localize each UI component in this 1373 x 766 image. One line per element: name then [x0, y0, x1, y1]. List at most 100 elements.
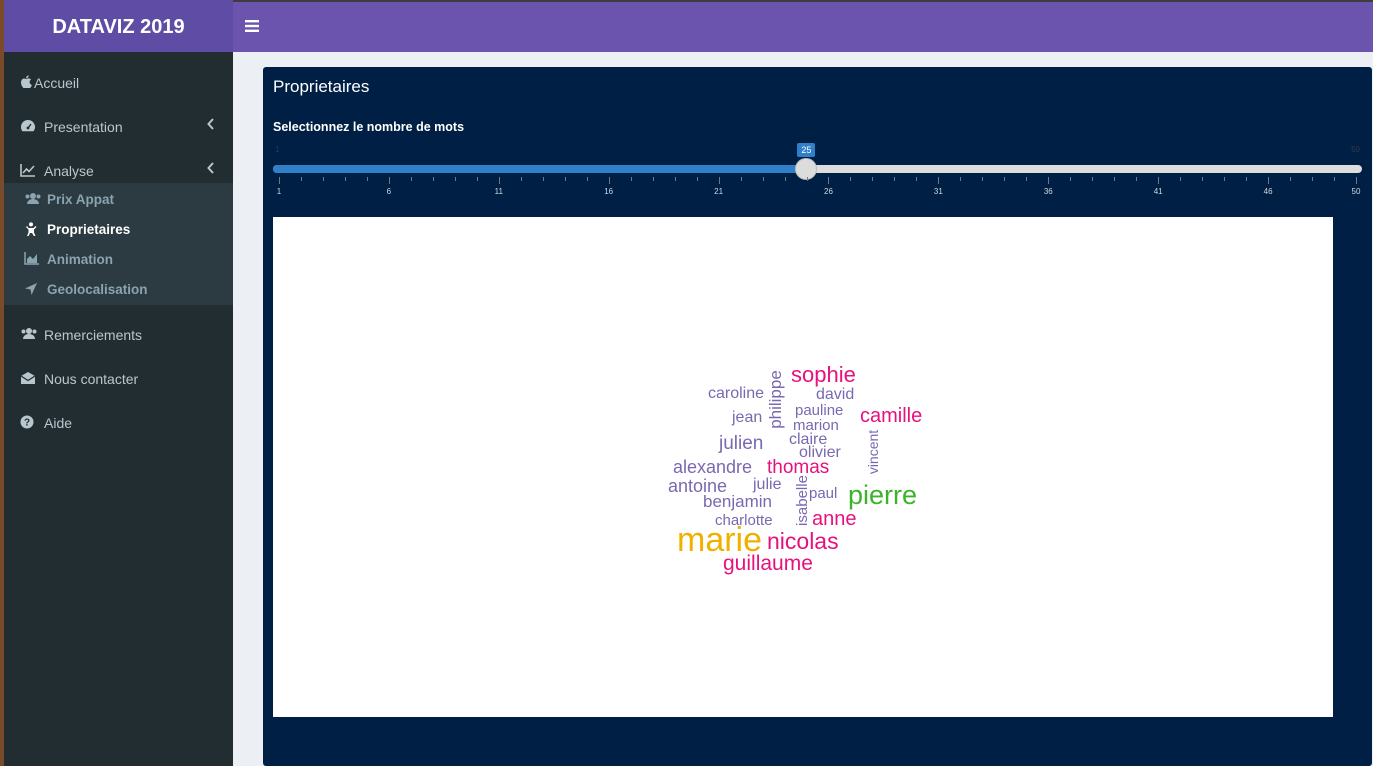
slider-tick [850, 177, 852, 181]
dashboard-icon [20, 119, 36, 135]
slider-tick [608, 177, 610, 184]
slider-tick [586, 177, 588, 181]
slider-tick-label: 46 [1263, 187, 1273, 196]
wordcloud-word: guillaume [723, 552, 813, 575]
wordcloud-word: david [816, 386, 855, 403]
slider-tick [1158, 177, 1160, 184]
wordcloud-word: alexandre [673, 457, 753, 477]
slider-fill [273, 165, 807, 173]
wordcloud-word: philippe [765, 370, 785, 429]
slider-label: Selectionnez le nombre de mots [273, 120, 465, 134]
wordcloud-panel: sophie caroline david philippe jean paul… [273, 217, 1333, 717]
sidebar-item-label: Presentation [44, 119, 123, 135]
app-logo[interactable]: DATAVIZ 2019 [4, 0, 233, 52]
sidebar-item-label: Aide [44, 415, 73, 431]
wordcloud-word: sophie [791, 362, 856, 387]
wordcloud-word: pauline [795, 402, 844, 419]
sidebar-subitem-label: Animation [47, 252, 113, 267]
area-chart-icon [24, 252, 40, 268]
slider-tick [1312, 177, 1314, 181]
slider-tick [344, 177, 346, 181]
slider-tick [564, 177, 566, 181]
svg-text:?: ? [24, 418, 30, 429]
location-arrow-icon [24, 282, 40, 298]
slider-tick [520, 177, 522, 181]
slider-tick-label: 41 [1153, 187, 1163, 196]
sidebar-subitem-label: Prix Appat [47, 192, 115, 207]
sidebar-subitem-proprietaires[interactable]: Proprietaires [4, 215, 233, 245]
slider-tick [696, 177, 698, 181]
slider-tick [784, 177, 786, 181]
slider-tick [1246, 177, 1248, 181]
sidebar-subitem-prix-appat[interactable]: Prix Appat [4, 185, 233, 215]
slider-tick [1092, 177, 1094, 181]
sidebar-subitem-label: Geolocalisation [47, 282, 148, 297]
slider-tick [828, 177, 830, 184]
slider-tick [916, 177, 918, 181]
slider-tick [1202, 177, 1204, 181]
users-icon [24, 192, 41, 208]
slider-tick-label: 36 [1043, 187, 1053, 196]
slider-tick-label: 50 [1351, 187, 1361, 196]
slider-tick [300, 177, 302, 181]
slider-tick [982, 177, 984, 181]
slider-tick [1356, 177, 1357, 184]
sidebar: Accueil Presentation Analyse Prix Appat [4, 52, 233, 766]
slider-tick [1290, 177, 1292, 181]
slider-tick [762, 177, 764, 181]
wordcloud-word: julie [753, 476, 782, 493]
sidebar-item-accueil[interactable]: Accueil [4, 64, 233, 104]
wordcloud-word: pierre [848, 480, 918, 510]
wordcloud-word: benjamin [703, 492, 772, 511]
question-circle-icon: ? [20, 415, 36, 431]
users-icon [20, 327, 37, 343]
sidebar-item-label: Remerciements [44, 327, 143, 343]
slider-tick [1114, 177, 1116, 181]
sidebar-item-nous-contacter[interactable]: Nous contacter [4, 360, 233, 400]
wordcloud-word: isabelle [793, 475, 811, 526]
slider-tick [806, 177, 808, 181]
slider-tick-label: 1 [276, 187, 282, 196]
wordcloud-word: camille [860, 405, 923, 427]
slider-tick-label: 16 [604, 187, 614, 196]
slider-tick [674, 177, 676, 181]
sidebar-item-label: Analyse [44, 163, 94, 179]
sidebar-subitem-label: Proprietaires [47, 222, 131, 237]
slider-max-label: 50 [1351, 145, 1360, 154]
sidebar-toggle-icon[interactable] [245, 14, 265, 38]
slider-tick-label: 11 [494, 187, 503, 196]
slider-tick [366, 177, 368, 181]
slider-tick [542, 177, 544, 181]
envelope-icon [20, 371, 36, 387]
slider-tick-label: 6 [386, 187, 392, 196]
wordcloud-word: julien [719, 433, 764, 454]
slider-tick [454, 177, 456, 181]
slider-value-label: 25 [797, 143, 816, 157]
slider-tick [476, 177, 478, 181]
slider-tick [279, 177, 280, 184]
analyse-submenu: Prix Appat Proprietaires Animation Geolo… [4, 183, 233, 305]
slider-tick [652, 177, 654, 181]
sidebar-item-aide[interactable]: ? Aide [4, 404, 233, 444]
sidebar-subitem-geolocalisation[interactable]: Geolocalisation [4, 275, 233, 305]
slider-tick [1070, 177, 1072, 181]
box-title: Proprietaires [273, 77, 370, 96]
wordcloud-word: caroline [708, 385, 765, 402]
sidebar-item-presentation[interactable]: Presentation [4, 108, 233, 148]
slider-tick [1004, 177, 1006, 181]
sidebar-item-label: Nous contacter [44, 371, 139, 387]
sidebar-item-remerciements[interactable]: Remerciements [4, 316, 233, 356]
sidebar-subitem-animation[interactable]: Animation [4, 245, 233, 275]
wordcloud-word: vincent [865, 429, 882, 475]
word-count-slider[interactable]: 1 50 25 1 6 11 16 21 26 31 36 41 46 50 [273, 143, 1362, 203]
slider-tick [1268, 177, 1270, 184]
slider-tick [960, 177, 962, 181]
chevron-left-icon [207, 161, 215, 177]
line-chart-icon [20, 163, 36, 179]
slider-tick [630, 177, 632, 181]
slider-tick [1026, 177, 1028, 181]
slider-tick [432, 177, 434, 181]
slider-tick [388, 177, 390, 184]
slider-tick [894, 177, 896, 181]
slider-tick-label: 31 [933, 187, 943, 196]
